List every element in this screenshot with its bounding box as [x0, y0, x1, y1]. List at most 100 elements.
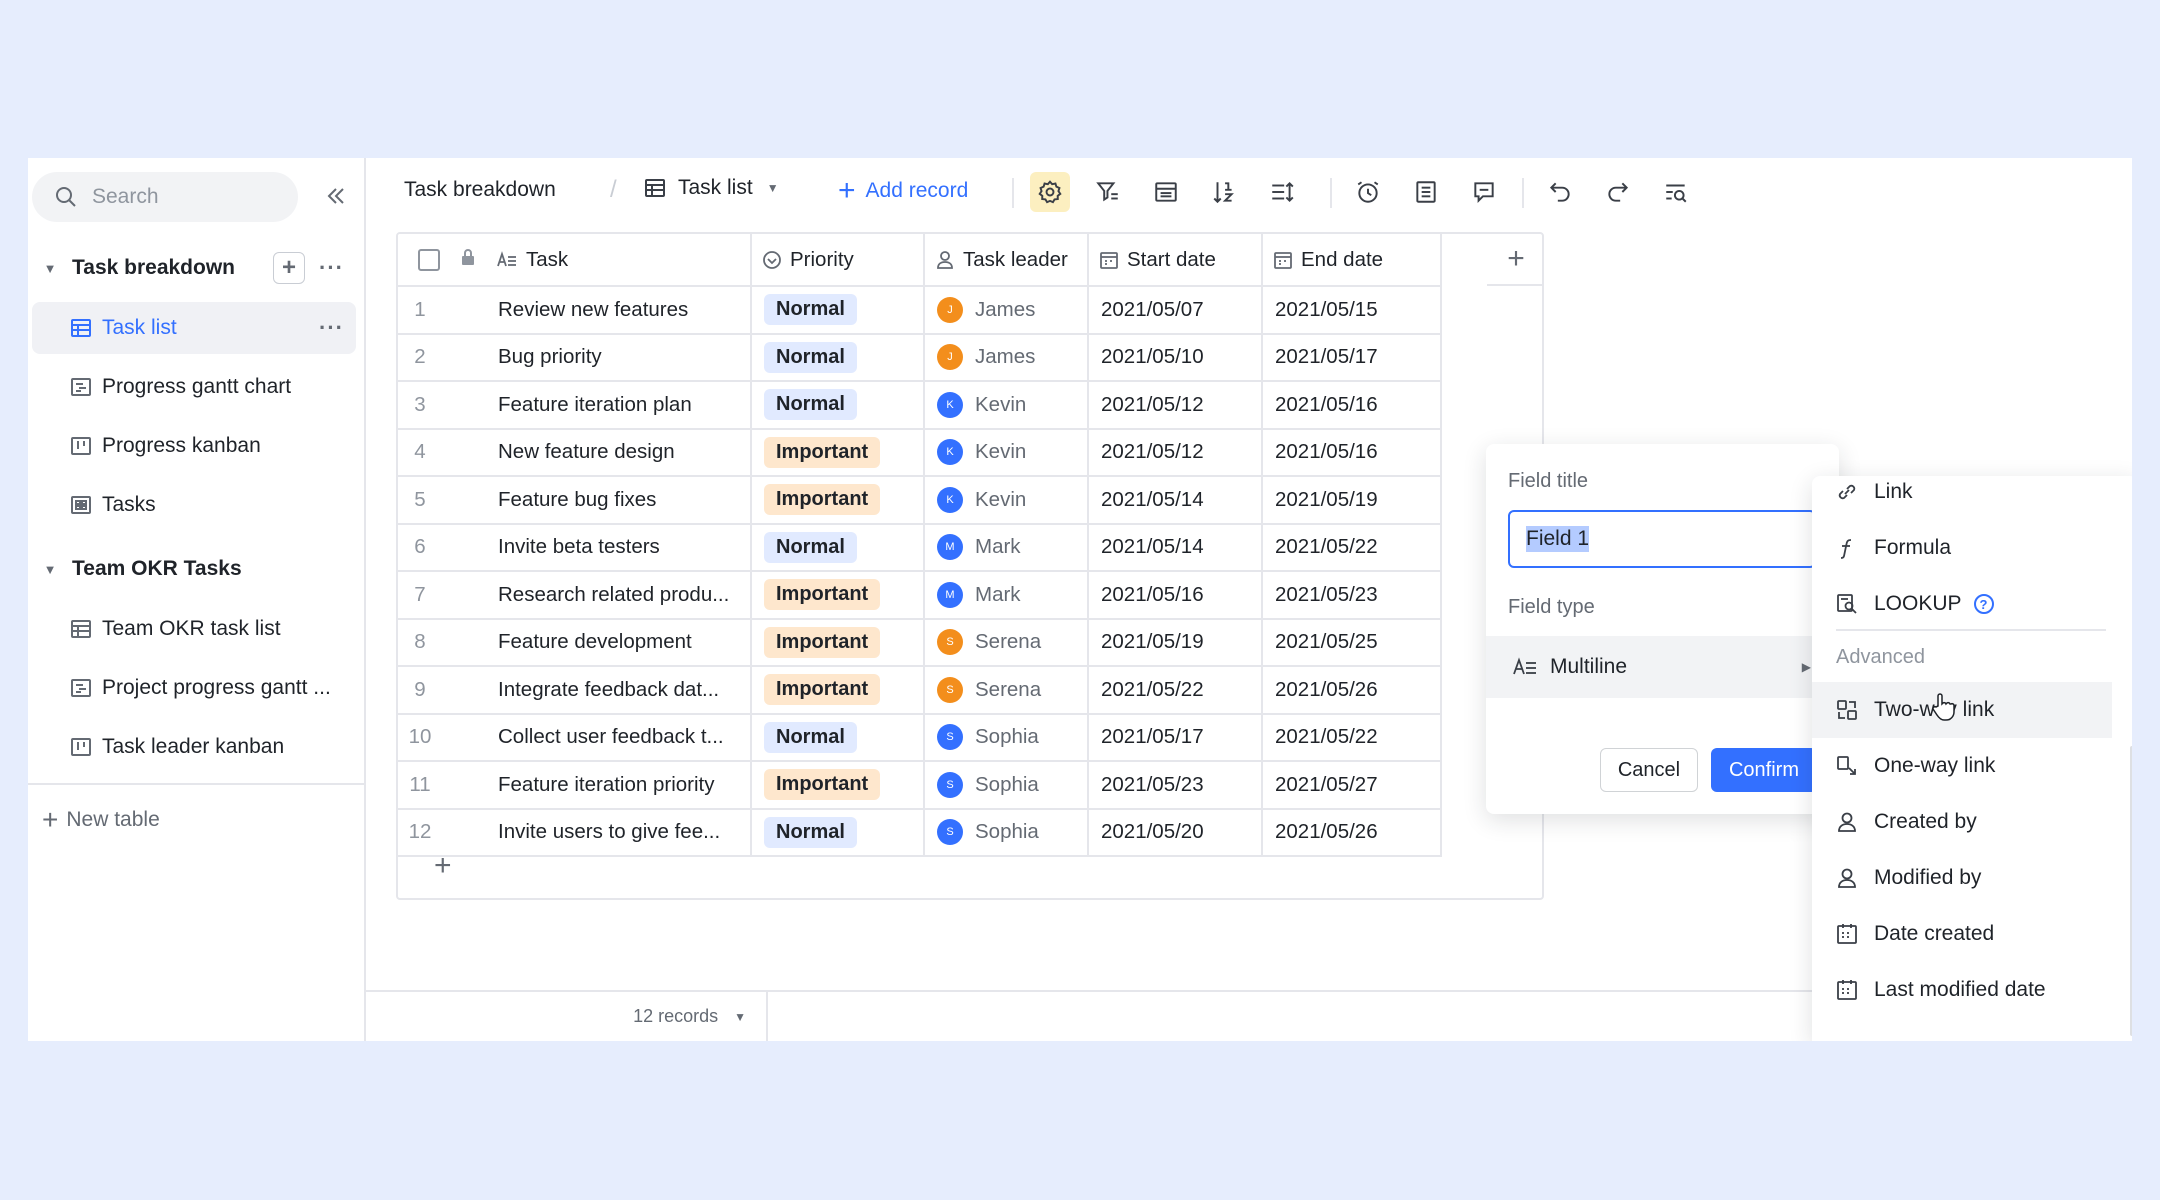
cell-start-date[interactable]: 2021/05/10 [1088, 333, 1263, 382]
caret-down-icon[interactable]: ▼ [38, 256, 62, 280]
table-row[interactable]: 1 Review new features Normal J James 2021/05/… [398, 286, 1442, 335]
field-settings-button[interactable] [1030, 172, 1070, 212]
cell-task-leader[interactable]: J James [924, 286, 1089, 335]
cell-task-leader[interactable]: K Kevin [924, 428, 1089, 477]
group-task-breakdown[interactable]: ▼ Task breakdown + ··· [38, 246, 358, 290]
cell-start-date[interactable]: 2021/05/16 [1088, 571, 1263, 620]
cell-task[interactable]: Feature iteration plan [486, 381, 752, 430]
breadcrumb-base[interactable]: Task breakdown [404, 178, 556, 202]
cell-end-date[interactable]: 2021/05/22 [1262, 523, 1442, 572]
cell-end-date[interactable]: 2021/05/19 [1262, 476, 1442, 525]
column-header-task-leader[interactable]: Task leader [924, 234, 1089, 287]
add-column-button[interactable]: + [1487, 234, 1542, 286]
reminder-button[interactable] [1348, 172, 1388, 212]
cell-task-leader[interactable]: S Sophia [924, 713, 1089, 762]
cell-end-date[interactable]: 2021/05/16 [1262, 428, 1442, 477]
cell-task-leader[interactable]: K Kevin [924, 476, 1089, 525]
cell-end-date[interactable]: 2021/05/26 [1262, 666, 1442, 715]
collapse-sidebar-button[interactable] [320, 180, 352, 212]
menu-item-link[interactable]: Link [1812, 476, 2132, 520]
cell-end-date[interactable]: 2021/05/15 [1262, 286, 1442, 335]
cell-end-date[interactable]: 2021/05/17 [1262, 333, 1442, 382]
cell-task-leader[interactable]: S Serena [924, 618, 1089, 667]
add-record-button[interactable]: + Add record [838, 176, 968, 206]
table-row[interactable]: 8 Feature development Important S Serena 2021… [398, 618, 1442, 667]
search-box[interactable]: Search [32, 172, 298, 222]
menu-item-last-modified-date[interactable]: Last modified date [1812, 962, 2132, 1018]
sidebar-item-project-progress-gantt[interactable]: Project progress gantt ... [32, 662, 356, 714]
cell-priority[interactable]: Normal [751, 381, 925, 430]
cell-end-date[interactable]: 2021/05/22 [1262, 713, 1442, 762]
table-row[interactable]: 3 Feature iteration plan Normal K Kevin 2021/… [398, 381, 1442, 430]
cell-priority[interactable]: Normal [751, 333, 925, 382]
cell-task-leader[interactable]: J James [924, 333, 1089, 382]
cell-task[interactable]: Review new features [486, 286, 752, 335]
new-table-button[interactable]: + New table [42, 798, 160, 842]
cell-start-date[interactable]: 2021/05/19 [1088, 618, 1263, 667]
cell-end-date[interactable]: 2021/05/25 [1262, 618, 1442, 667]
cell-end-date[interactable]: 2021/05/16 [1262, 381, 1442, 430]
table-row[interactable]: 6 Invite beta testers Normal M Mark 2021/05/1… [398, 523, 1442, 572]
redo-button[interactable] [1598, 172, 1638, 212]
cell-start-date[interactable]: 2021/05/23 [1088, 761, 1263, 810]
cell-task[interactable]: Research related produ... [486, 571, 752, 620]
cell-start-date[interactable]: 2021/05/20 [1088, 808, 1263, 857]
menu-item-date-created[interactable]: Date created [1812, 906, 2132, 962]
cell-end-date[interactable]: 2021/05/27 [1262, 761, 1442, 810]
group-team-okr-tasks[interactable]: ▼ Team OKR Tasks [38, 547, 358, 591]
column-header-priority[interactable]: Priority [751, 234, 925, 287]
cell-priority[interactable]: Important [751, 618, 925, 667]
cell-start-date[interactable]: 2021/05/14 [1088, 476, 1263, 525]
column-header-end-date[interactable]: End date [1262, 234, 1442, 287]
caret-down-icon[interactable]: ▼ [38, 557, 62, 581]
sidebar-item-progress-kanban[interactable]: Progress kanban [32, 420, 356, 472]
cancel-button[interactable]: Cancel [1600, 748, 1698, 792]
find-button[interactable] [1656, 172, 1696, 212]
cell-task[interactable]: Feature bug fixes [486, 476, 752, 525]
select-all-checkbox[interactable] [418, 248, 440, 271]
select-all-cell[interactable] [398, 234, 442, 287]
row-height-button[interactable] [1262, 172, 1302, 212]
cell-start-date[interactable]: 2021/05/14 [1088, 523, 1263, 572]
cell-task-leader[interactable]: K Kevin [924, 381, 1089, 430]
menu-item-lookup[interactable]: LOOKUP ? [1812, 576, 2132, 632]
help-icon[interactable]: ? [1973, 594, 1994, 614]
cell-task[interactable]: Integrate feedback dat... [486, 666, 752, 715]
cell-task-leader[interactable]: M Mark [924, 571, 1089, 620]
menu-scrollbar[interactable] [2130, 746, 2132, 1036]
cell-priority[interactable]: Normal [751, 808, 925, 857]
cell-start-date[interactable]: 2021/05/17 [1088, 713, 1263, 762]
field-type-select[interactable]: Multiline ▶ [1486, 636, 1839, 698]
cell-priority[interactable]: Important [751, 761, 925, 810]
cell-priority[interactable]: Important [751, 428, 925, 477]
table-row[interactable]: 10 Collect user feedback t... Normal S Sophi… [398, 713, 1442, 762]
cell-task-leader[interactable]: M Mark [924, 523, 1089, 572]
menu-item-created-by[interactable]: Created by [1812, 794, 2132, 850]
confirm-button[interactable]: Confirm [1711, 748, 1817, 792]
sort-button[interactable] [1204, 172, 1244, 212]
column-header-start-date[interactable]: Start date [1088, 234, 1263, 287]
more-icon[interactable]: ··· [319, 255, 344, 281]
group-button[interactable] [1146, 172, 1186, 212]
undo-button[interactable] [1540, 172, 1580, 212]
table-row[interactable]: 4 New feature design Important K Kevin 2021/0… [398, 428, 1442, 477]
table-row[interactable]: 5 Feature bug fixes Important K Kevin 2021/05… [398, 476, 1442, 525]
table-row[interactable]: 7 Research related produ... Important M Mark… [398, 571, 1442, 620]
sidebar-item-progress-gantt-chart[interactable]: Progress gantt chart [32, 361, 356, 413]
field-title-input[interactable]: Field 1 [1508, 510, 1816, 568]
cell-task[interactable]: Feature development [486, 618, 752, 667]
form-button[interactable] [1406, 172, 1446, 212]
view-switcher[interactable]: Task list ▼ [644, 176, 779, 200]
cell-priority[interactable]: Important [751, 666, 925, 715]
cell-task-leader[interactable]: S Serena [924, 666, 1089, 715]
cell-priority[interactable]: Normal [751, 523, 925, 572]
comment-button[interactable] [1464, 172, 1504, 212]
more-icon[interactable]: ··· [319, 315, 344, 341]
menu-item-modified-by[interactable]: Modified by [1812, 850, 2132, 906]
sidebar-item-team-okr-task-list[interactable]: Team OKR task list [32, 603, 356, 655]
table-row[interactable]: 2 Bug priority Normal J James 2021/05/10 2021/… [398, 333, 1442, 382]
cell-priority[interactable]: Important [751, 476, 925, 525]
table-row[interactable]: 9 Integrate feedback dat... Important S Sere… [398, 666, 1442, 715]
cell-start-date[interactable]: 2021/05/12 [1088, 381, 1263, 430]
menu-item-one-way-link[interactable]: One-way link [1812, 738, 2132, 794]
